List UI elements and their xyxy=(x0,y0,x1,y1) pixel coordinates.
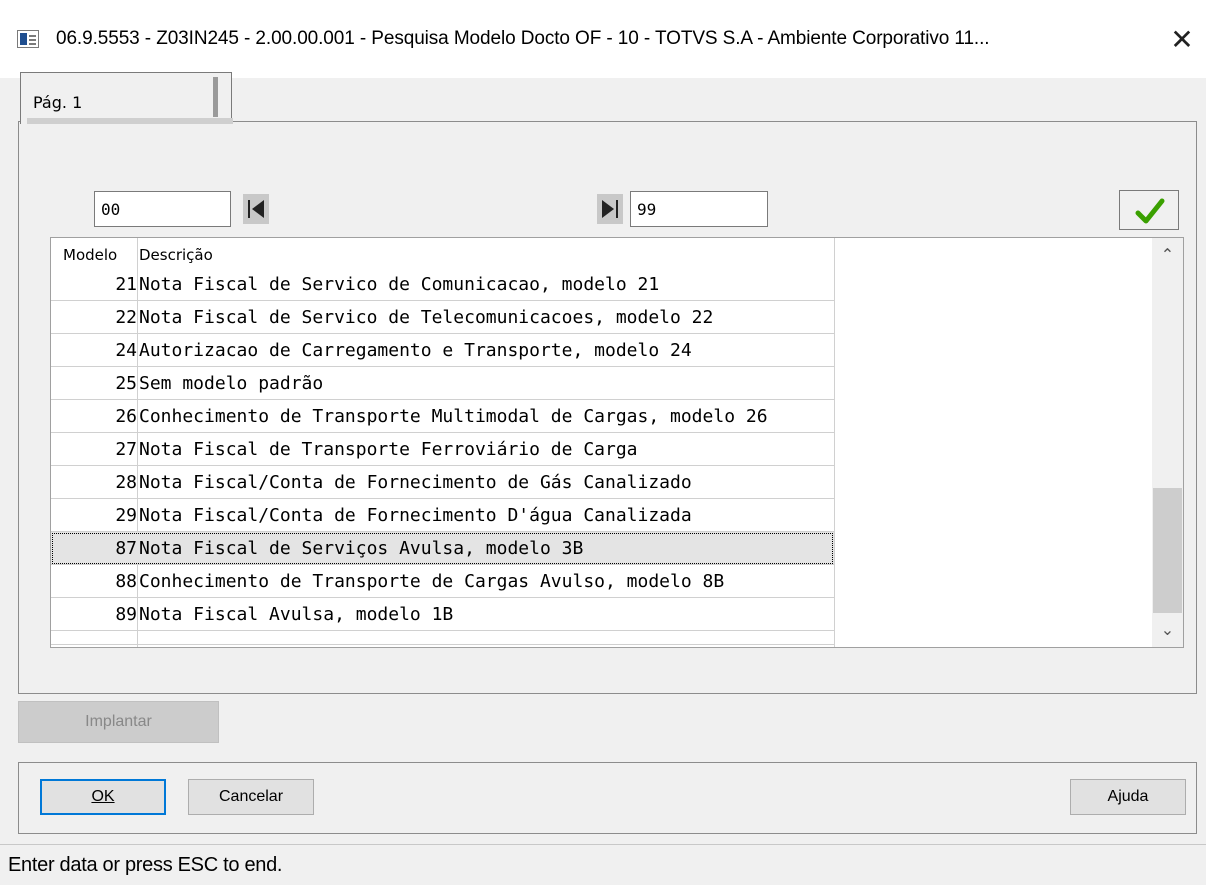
grid-header: Modelo Descrição xyxy=(51,238,837,268)
cell-descricao: Nota Fiscal/Conta de Fornecimento de Gás… xyxy=(139,472,692,493)
cell-modelo: 25 xyxy=(115,373,137,394)
column-divider-end xyxy=(834,238,835,647)
cell-descricao: Autorizacao de Carregamento e Transporte… xyxy=(139,340,692,361)
cell-modelo: 21 xyxy=(115,274,137,295)
cell-descricao: Nota Fiscal de Transporte Ferroviário de… xyxy=(139,439,638,460)
tab-label: Pág. 1 xyxy=(33,93,83,112)
table-row[interactable] xyxy=(51,631,834,645)
first-record-icon xyxy=(248,200,264,218)
table-row[interactable]: 27 Nota Fiscal de Transporte Ferroviário … xyxy=(51,433,834,466)
title-bar: 06.9.5553 - Z03IN245 - 2.00.00.001 - Pes… xyxy=(0,0,1206,78)
table-row[interactable]: 26 Conhecimento de Transporte Multimodal … xyxy=(51,400,834,433)
cell-modelo: 29 xyxy=(115,505,137,526)
cancel-button[interactable]: Cancelar xyxy=(188,779,314,815)
cell-descricao: Nota Fiscal Avulsa, modelo 1B xyxy=(139,604,454,625)
cell-descricao: Conhecimento de Transporte Multimodal de… xyxy=(139,406,768,427)
table-row[interactable]: 87 Nota Fiscal de Serviços Avulsa, modelo… xyxy=(51,532,834,565)
table-row[interactable]: 29 Nota Fiscal/Conta de Fornecimento D'ág… xyxy=(51,499,834,532)
cell-modelo: 88 xyxy=(115,571,137,592)
table-row[interactable]: 22 Nota Fiscal de Servico de Telecomunica… xyxy=(51,301,834,334)
checkmark-icon xyxy=(1135,198,1165,224)
cell-descricao: Nota Fiscal de Servico de Telecomunicaco… xyxy=(139,307,714,328)
vertical-scrollbar[interactable]: ⌃ ⌄ xyxy=(1152,238,1183,647)
last-record-button[interactable] xyxy=(597,194,623,224)
range-to-input[interactable]: 99 xyxy=(630,191,768,227)
cell-descricao: Conhecimento de Transporte de Cargas Avu… xyxy=(139,571,725,592)
cell-descricao: Sem modelo padrão xyxy=(139,373,324,394)
cell-modelo: 87 xyxy=(115,538,137,559)
confirm-range-button[interactable] xyxy=(1119,190,1179,230)
window-title: 06.9.5553 - Z03IN245 - 2.00.00.001 - Pes… xyxy=(56,28,990,49)
cell-modelo: 22 xyxy=(115,307,137,328)
status-text: Enter data or press ESC to end. xyxy=(8,854,283,876)
tab-pag-1[interactable]: Pág. 1 xyxy=(20,72,233,124)
last-record-icon xyxy=(602,200,618,218)
table-row[interactable]: 28 Nota Fiscal/Conta de Fornecimento de G… xyxy=(51,466,834,499)
table-row[interactable]: 21 Nota Fiscal de Servico de Comunicacao,… xyxy=(51,268,834,301)
help-button[interactable]: Ajuda xyxy=(1070,779,1186,815)
first-record-button[interactable] xyxy=(243,194,269,224)
cell-descricao: Nota Fiscal de Servico de Comunicacao, m… xyxy=(139,274,660,295)
implantar-button[interactable]: Implantar xyxy=(18,701,219,743)
column-header-descricao[interactable]: Descrição xyxy=(139,246,213,264)
cell-descricao: Nota Fiscal de Serviços Avulsa, modelo 3… xyxy=(139,538,584,559)
ok-button[interactable]: OK xyxy=(40,779,166,815)
status-bar: Enter data or press ESC to end. xyxy=(0,844,1206,885)
table-row[interactable]: 89 Nota Fiscal Avulsa, modelo 1B xyxy=(51,598,834,631)
ok-label: OK xyxy=(91,788,115,805)
table-row[interactable]: 88 Conhecimento de Transporte de Cargas A… xyxy=(51,565,834,598)
cell-modelo: 28 xyxy=(115,472,137,493)
chevron-up-icon[interactable]: ⌃ xyxy=(1152,240,1183,270)
app-window-icon xyxy=(17,30,39,48)
cancel-label: Cancelar xyxy=(218,788,284,805)
range-from-input[interactable]: 00 xyxy=(94,191,231,227)
close-button[interactable]: ✕ xyxy=(1164,22,1200,58)
cell-modelo: 89 xyxy=(115,604,137,625)
table-row[interactable]: 25 Sem modelo padrão xyxy=(51,367,834,400)
cell-modelo: 27 xyxy=(115,439,137,460)
cell-descricao: Nota Fiscal/Conta de Fornecimento D'água… xyxy=(139,505,692,526)
cell-modelo: 24 xyxy=(115,340,137,361)
modelo-grid[interactable]: Modelo Descrição 21 Nota Fiscal de Servic… xyxy=(50,237,1184,648)
cell-modelo: 26 xyxy=(115,406,137,427)
table-row[interactable]: 24 Autorizacao de Carregamento e Transpor… xyxy=(51,334,834,367)
help-label: Ajuda xyxy=(1107,788,1149,805)
chevron-down-icon[interactable]: ⌄ xyxy=(1152,615,1183,645)
column-header-modelo[interactable]: Modelo xyxy=(63,246,117,264)
scroll-thumb[interactable] xyxy=(1153,488,1182,613)
